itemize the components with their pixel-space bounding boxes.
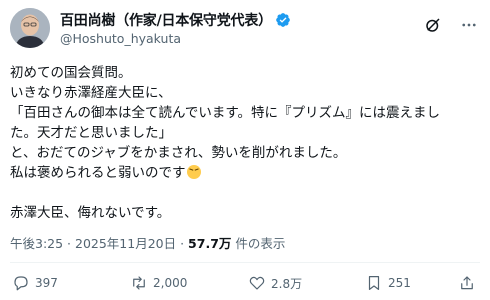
reply-count: 397 [35, 276, 58, 290]
post-header: 百田尚樹（作家/日本保守党代表） @Hoshuto_hyakuta [10, 8, 480, 52]
post-card: 百田尚樹（作家/日本保守党代表） @Hoshuto_hyakuta 初めての国会… [0, 0, 490, 300]
share-icon [461, 276, 473, 290]
author-handle[interactable]: @Hoshuto_hyakuta [60, 31, 291, 46]
action-bar: 397 2,000 2.8万 251 [10, 274, 480, 296]
grok-icon [426, 18, 440, 32]
heart-icon [249, 276, 265, 290]
more-options-button[interactable] [458, 14, 480, 36]
author-display-name[interactable]: 百田尚樹（作家/日本保守党代表） [60, 10, 272, 30]
avatar-image [10, 8, 50, 48]
bookmark-icon [368, 276, 380, 290]
reply-button[interactable]: 397 [12, 274, 58, 292]
like-count: 2.8万 [271, 276, 303, 291]
post-meta: 午後3:25 · 2025年11月20日 · 57.7万 件の表示 [10, 233, 285, 252]
post-line: 「百田さんの御本は全て読んでいます。特に『プリズム』には震えまし [10, 105, 440, 121]
reply-icon [14, 276, 28, 291]
post-line: 私は褒められると弱いのです [10, 165, 186, 181]
bookmark-button[interactable]: 251 [365, 274, 411, 292]
divider [10, 262, 480, 263]
repost-button[interactable]: 2,000 [130, 274, 187, 292]
post-time[interactable]: 午後3:25 [10, 236, 63, 251]
author-block: 百田尚樹（作家/日本保守党代表） @Hoshuto_hyakuta [60, 10, 291, 46]
meta-separator: · [63, 236, 75, 251]
bookmark-count: 251 [388, 276, 411, 290]
post-date[interactable]: 2025年11月20日 [75, 236, 176, 251]
views-count[interactable]: 57.7万 [188, 236, 231, 251]
post-line: いきなり赤澤経産大臣に、 [10, 85, 172, 101]
like-button[interactable]: 2.8万 [248, 274, 302, 292]
post-line-with-emoji: 私は褒められると弱いのです [10, 163, 480, 183]
views-label: 件の表示 [231, 236, 286, 251]
verified-badge-icon [276, 13, 290, 27]
header-actions [422, 14, 480, 36]
post-line: 初めての国会質問。 [10, 65, 132, 81]
repost-count: 2,000 [153, 276, 188, 290]
post-line: た。天才だと思いました」 [10, 125, 172, 141]
meta-separator: · [176, 236, 189, 251]
post-text: 初めての国会質問。 いきなり赤澤経産大臣に、 「百田さんの御本は全て読んでいます… [10, 63, 480, 223]
repost-icon [133, 276, 145, 290]
post-line: と、おだてのジャブをかまされ、勢いを削がれました。 [10, 145, 347, 161]
grok-button[interactable] [422, 14, 444, 36]
post-line: 赤澤大臣、侮れないです。 [10, 205, 171, 221]
more-icon [462, 23, 476, 27]
embarrassed-face-emoji-icon [186, 165, 201, 179]
share-button[interactable] [458, 274, 476, 292]
avatar[interactable] [10, 8, 50, 48]
